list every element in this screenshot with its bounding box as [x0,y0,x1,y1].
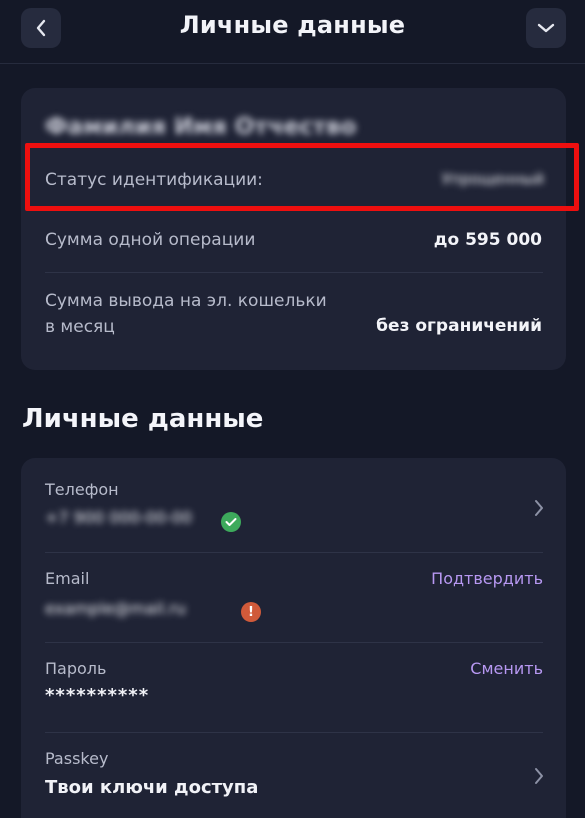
change-password-link[interactable]: Сменить [470,659,543,678]
dropdown-button[interactable] [526,8,566,48]
phone-row[interactable]: Телефон +7 900 000-00-00 [21,458,566,552]
section-heading: Личные данные [22,404,264,434]
chevron-down-icon [537,23,555,33]
phone-label: Телефон [45,480,119,499]
confirm-email-link[interactable]: Подтвердить [431,569,543,588]
passkey-row[interactable]: Passkey Твои ключи доступа [21,733,566,818]
exclamation-icon: ! [241,602,261,622]
page-title: Личные данные [179,11,406,39]
password-value: ********** [45,685,150,706]
phone-value: +7 900 000-00-00 [45,508,193,527]
wallet-withdrawal-limit-label-line1: Сумма вывода на эл. кошельки [45,291,327,311]
divider [45,272,543,273]
chevron-right-icon [535,500,543,516]
password-row: Пароль Сменить ********** [21,643,566,732]
account-owner-name: Фамилия Имя Отчество [45,114,357,140]
highlight-frame [25,143,579,211]
passkey-label: Passkey [45,749,109,768]
chevron-right-icon [535,768,543,784]
check-icon [221,512,241,532]
passkey-value: Твои ключи доступа [45,777,259,798]
personal-data-card: Телефон +7 900 000-00-00 Email Подтверди… [21,458,566,818]
single-operation-limit-value: до 595 000 [433,230,542,250]
wallet-withdrawal-limit-value: без ограничений [376,316,542,336]
top-bar: Личные данные [0,0,585,64]
password-label: Пароль [45,659,107,678]
wallet-withdrawal-limit-label-line2: в месяц [45,317,115,337]
account-status-card: Фамилия Имя Отчество Статус идентификаци… [21,88,566,370]
single-operation-limit-label: Сумма одной операции [45,230,256,250]
email-value: example@mail.ru [45,599,186,618]
email-label: Email [45,569,90,588]
email-row: Email Подтвердить example@mail.ru ! [21,553,566,642]
